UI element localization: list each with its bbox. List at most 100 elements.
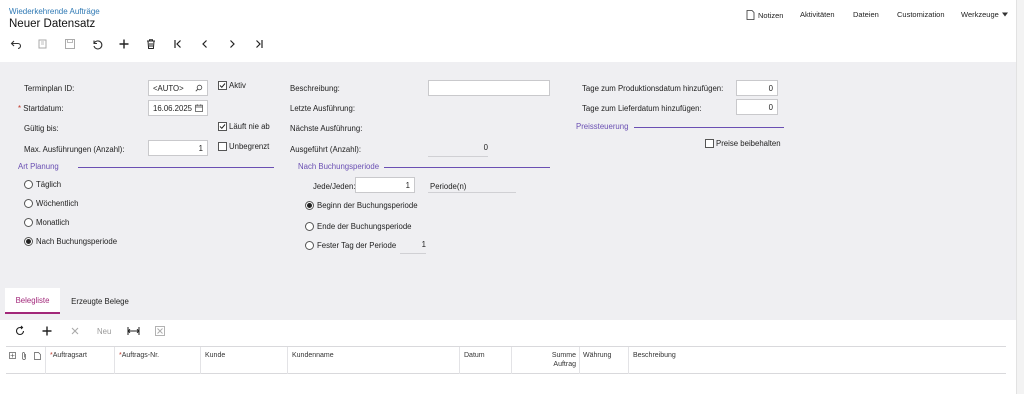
vertical-scrollbar[interactable] — [1016, 0, 1024, 394]
col-currency[interactable]: Währung — [583, 351, 611, 360]
radio-weekly-label: Wöchentlich — [36, 199, 79, 208]
max-runs-label: Max. Ausführungen (Anzahl): — [24, 145, 125, 154]
first-icon — [174, 40, 181, 48]
tab-document-list[interactable]: Belegliste — [5, 288, 60, 314]
radio-monthly[interactable]: Monatlich — [24, 218, 69, 227]
never-expires-check[interactable] — [218, 122, 227, 131]
max-runs-field[interactable]: 1 — [148, 140, 208, 156]
valid-until-label: Gültig bis: — [24, 124, 59, 133]
col-customer-name[interactable]: Kundenname — [292, 351, 334, 360]
divider — [200, 347, 201, 374]
grid-delete-button[interactable] — [69, 325, 81, 339]
radio-period-start-circle[interactable] — [305, 201, 314, 210]
previous-record-button[interactable] — [197, 36, 213, 52]
tools-menu[interactable]: Werkzeuge — [961, 10, 1008, 19]
radio-weekly[interactable]: Wöchentlich — [24, 199, 78, 208]
col-date[interactable]: Datum — [464, 351, 485, 360]
active-checkbox[interactable]: Aktiv — [218, 81, 246, 90]
keep-prices-check[interactable] — [705, 139, 714, 148]
divider — [511, 347, 512, 374]
notes-icon — [746, 10, 755, 20]
radio-period-end-circle[interactable] — [305, 222, 314, 231]
schedule-type-heading: Art Planung — [18, 162, 59, 171]
first-record-button[interactable] — [170, 36, 186, 52]
radio-daily-circle[interactable] — [24, 180, 33, 189]
radio-fixed-day-circle[interactable] — [305, 241, 314, 250]
radio-daily[interactable]: Täglich — [24, 180, 61, 189]
every-field[interactable]: 1 — [355, 177, 415, 193]
fit-columns-icon — [127, 327, 140, 335]
unlimited-check[interactable] — [218, 142, 227, 151]
never-expires-checkbox[interactable]: Läuft nie ab — [218, 122, 270, 131]
add-button[interactable] — [116, 36, 132, 52]
start-date-label-text: Startdatum: — [23, 104, 64, 113]
fit-columns-button[interactable] — [127, 325, 140, 339]
customization-link[interactable]: Customization — [897, 10, 945, 19]
last-run-label: Letzte Ausführung: — [290, 104, 356, 113]
save-button[interactable] — [62, 36, 78, 52]
last-icon — [256, 40, 263, 48]
col-order-nr-text: Auftrags-Nr. — [121, 352, 160, 359]
delete-button[interactable] — [143, 36, 159, 52]
schedule-id-field[interactable]: <AUTO> — [148, 80, 208, 96]
breadcrumb[interactable]: Wiederkehrende Aufträge — [9, 7, 100, 16]
add-icon — [42, 326, 52, 336]
col-order-sum[interactable]: Summe Auftrag — [516, 351, 576, 369]
radio-period-start-label: Beginn der Buchungsperiode — [317, 201, 418, 210]
radio-by-period-circle[interactable] — [24, 237, 33, 246]
next-record-button[interactable] — [224, 36, 240, 52]
col-customer[interactable]: Kunde — [205, 351, 225, 360]
keep-prices-checkbox[interactable]: Preise beibehalten — [705, 139, 781, 148]
prod-days-field[interactable]: 0 — [736, 80, 778, 96]
description-field[interactable] — [428, 80, 550, 96]
notes-link[interactable]: Notizen — [746, 10, 783, 20]
col-order-nr[interactable]: *Auftrags-Nr. — [119, 351, 159, 360]
radio-by-period[interactable]: Nach Buchungsperiode — [24, 237, 117, 246]
tab-generated-documents[interactable]: Erzeugte Belege — [62, 288, 138, 314]
radio-period-end[interactable]: Ende der Buchungsperiode — [305, 222, 412, 231]
grid-new-button[interactable]: Neu — [97, 327, 111, 336]
add-icon — [119, 39, 129, 49]
col-order-type[interactable]: *Auftragsart — [50, 351, 87, 360]
activities-link[interactable]: Aktivitäten — [800, 10, 835, 19]
calendar-icon[interactable] — [195, 104, 203, 112]
schedule-id-label: Terminplan ID: — [24, 84, 75, 93]
start-date-label: * Startdatum: — [18, 104, 64, 113]
previous-icon — [202, 40, 207, 48]
col-description[interactable]: Beschreibung — [633, 351, 676, 360]
unlimited-checkbox[interactable]: Unbegrenzt — [218, 142, 269, 151]
caret-down-icon — [1001, 12, 1008, 17]
executed-value: 0 — [428, 143, 488, 157]
refresh-button[interactable] — [14, 325, 26, 339]
active-label: Aktiv — [229, 81, 246, 90]
row-settings-icon[interactable] — [9, 352, 16, 359]
grid-add-button[interactable] — [41, 325, 53, 339]
start-date-field[interactable]: 16.06.2025 — [148, 100, 208, 116]
radio-weekly-circle[interactable] — [24, 199, 33, 208]
active-check[interactable] — [218, 81, 227, 90]
copy-icon — [38, 39, 47, 49]
attachment-icon — [22, 352, 26, 360]
delivery-days-field[interactable]: 0 — [736, 99, 778, 115]
export-button[interactable] — [154, 325, 166, 339]
radio-monthly-circle[interactable] — [24, 218, 33, 227]
export-excel-icon — [155, 326, 165, 336]
divider — [114, 347, 115, 374]
divider — [78, 167, 274, 168]
radio-by-period-label: Nach Buchungsperiode — [36, 237, 118, 246]
delete-icon — [147, 39, 155, 49]
every-label: Jede/Jeden: — [313, 182, 356, 191]
radio-fixed-day[interactable]: Fester Tag der Periode — [305, 241, 396, 250]
search-icon[interactable] — [195, 84, 203, 92]
delete-icon — [71, 327, 79, 335]
price-control-heading: Preissteuerung — [576, 122, 629, 131]
files-link[interactable]: Dateien — [853, 10, 879, 19]
last-record-button[interactable] — [251, 36, 267, 52]
cancel-button[interactable] — [89, 36, 105, 52]
fixed-day-value[interactable]: 1 — [400, 240, 426, 254]
back-button[interactable] — [8, 36, 24, 52]
copy-button[interactable] — [35, 36, 51, 52]
delivery-days-label: Tage zum Lieferdatum hinzufügen: — [582, 104, 702, 113]
col-order-sum-line1: Summe — [551, 352, 576, 359]
radio-period-start[interactable]: Beginn der Buchungsperiode — [305, 201, 418, 210]
